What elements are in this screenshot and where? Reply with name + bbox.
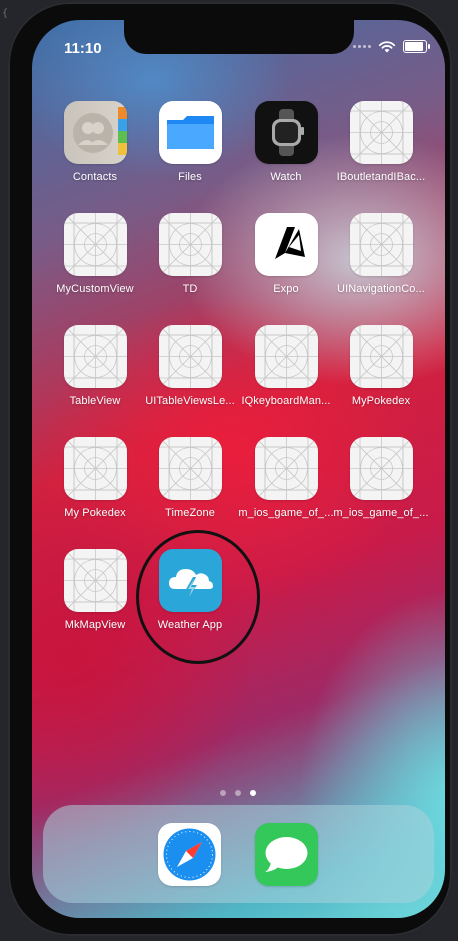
app-tableview[interactable]: TableView: [47, 325, 143, 407]
placeholder-app-icon: [349, 325, 413, 388]
app-contacts[interactable]: Contacts: [47, 101, 143, 183]
page-dot: [235, 790, 241, 796]
placeholder-app-icon: [158, 213, 222, 276]
placeholder-app-icon: [254, 437, 318, 500]
placeholder-app-icon: [63, 325, 127, 388]
app-label: TD: [182, 283, 198, 295]
dock: [43, 805, 434, 903]
battery-icon: [403, 40, 430, 53]
app-my-pokedex[interactable]: My Pokedex: [47, 437, 143, 519]
placeholder-app-icon: [63, 213, 127, 276]
app-iboutlet[interactable]: IBoutletandIBac...: [333, 101, 429, 183]
app-label: Contacts: [72, 171, 118, 183]
app-td[interactable]: TD: [142, 213, 238, 295]
cellular-signal-icon: [353, 45, 371, 48]
contacts-icon: [63, 101, 127, 164]
app-label: TableView: [69, 395, 121, 407]
placeholder-app-icon: [254, 325, 318, 388]
app-mypokedex[interactable]: MyPokedex: [333, 325, 429, 407]
watch-icon: [254, 101, 318, 164]
status-time: 11:10: [64, 40, 102, 57]
home-screen[interactable]: 11:10 Contacts Files Watch IBoutletandIB…: [32, 20, 445, 918]
app-timezone[interactable]: TimeZone: [142, 437, 238, 519]
page-indicator[interactable]: [220, 790, 256, 796]
placeholder-app-icon: [158, 437, 222, 500]
safari-icon: [157, 823, 221, 886]
placeholder-app-icon: [349, 437, 413, 500]
app-game-of-1[interactable]: m_ios_game_of_...: [238, 437, 334, 519]
app-label: UINavigationCo...: [337, 283, 425, 295]
app-label: IQkeyboardMan...: [241, 395, 331, 407]
page-dot-active: [250, 790, 256, 796]
app-label: MkMapView: [64, 619, 126, 631]
app-label: TimeZone: [165, 507, 215, 519]
app-label: Files: [178, 171, 202, 183]
app-label: m_ios_game_of_...: [333, 507, 429, 519]
app-watch[interactable]: Watch: [238, 101, 334, 183]
status-indicators: [353, 40, 430, 53]
app-iqkeyboardmanager[interactable]: IQkeyboardMan...: [238, 325, 334, 407]
app-game-of-2[interactable]: m_ios_game_of_...: [333, 437, 429, 519]
app-label: UITableViewsLe...: [145, 395, 235, 407]
placeholder-app-icon: [349, 213, 413, 276]
wifi-icon: [378, 40, 396, 52]
files-icon: [158, 101, 222, 164]
notch: [124, 20, 354, 54]
app-label: Expo: [273, 283, 299, 295]
page-dot: [220, 790, 226, 796]
highlight-circle-annotation: [136, 530, 260, 664]
placeholder-app-icon: [158, 325, 222, 388]
dock-app-messages[interactable]: [238, 823, 334, 886]
app-files[interactable]: Files: [142, 101, 238, 183]
edge-bracket-icon: {: [2, 8, 9, 19]
placeholder-app-icon: [349, 101, 413, 164]
iphone-frame: 11:10 Contacts Files Watch IBoutletandIB…: [8, 2, 452, 936]
dock-app-safari[interactable]: [141, 823, 237, 886]
expo-icon: [254, 213, 318, 276]
placeholder-app-icon: [63, 549, 127, 612]
app-uitableviewslesson[interactable]: UITableViewsLe...: [142, 325, 238, 407]
app-label: My Pokedex: [64, 507, 126, 519]
app-label: IBoutletandIBac...: [336, 171, 426, 183]
app-label: Watch: [270, 171, 302, 183]
app-label: MyCustomView: [56, 283, 134, 295]
app-label: m_ios_game_of_...: [238, 507, 334, 519]
app-label: MyPokedex: [351, 395, 411, 407]
messages-icon: [254, 823, 318, 886]
app-expo[interactable]: Expo: [238, 213, 334, 295]
app-uinavigation[interactable]: UINavigationCo...: [333, 213, 429, 295]
app-mkmapview[interactable]: MkMapView: [47, 549, 143, 631]
placeholder-app-icon: [63, 437, 127, 500]
app-mycustomview[interactable]: MyCustomView: [47, 213, 143, 295]
